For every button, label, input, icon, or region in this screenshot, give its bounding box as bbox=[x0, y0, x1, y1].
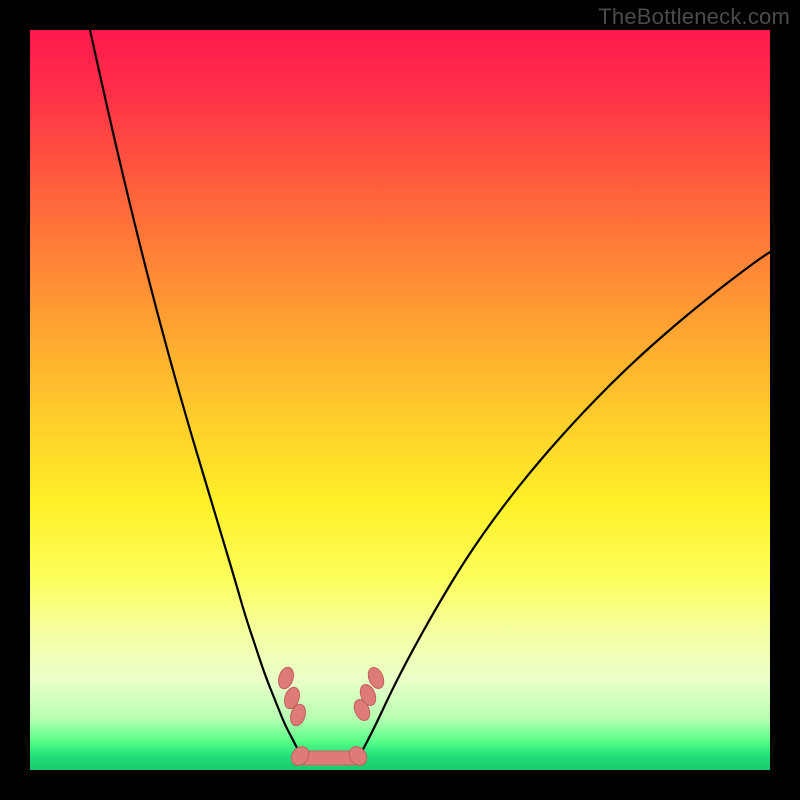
curve-right-curve bbox=[355, 252, 770, 763]
chart-frame: TheBottleneck.com bbox=[0, 0, 800, 800]
chart-svg bbox=[30, 30, 770, 770]
watermark-text: TheBottleneck.com bbox=[598, 4, 790, 30]
plot-area bbox=[30, 30, 770, 770]
curve-left-curve bbox=[90, 30, 310, 763]
marker-left-0 bbox=[276, 665, 296, 690]
